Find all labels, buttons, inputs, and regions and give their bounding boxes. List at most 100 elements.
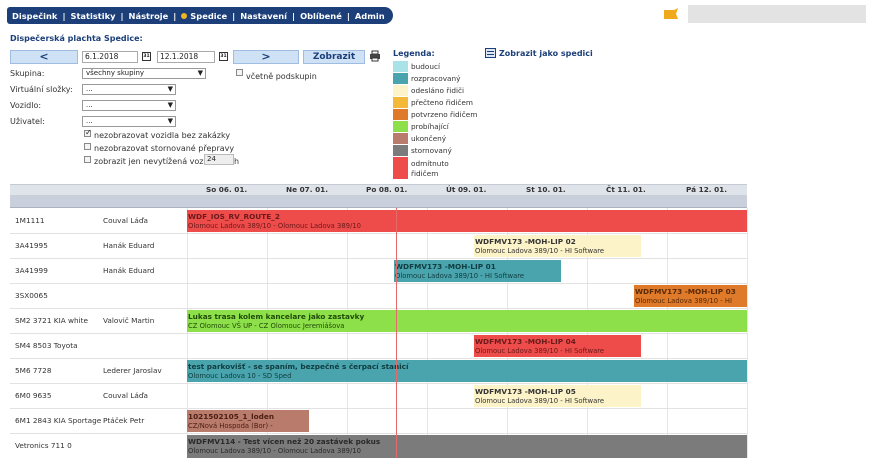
row-driver: Couval Láďa [103,216,148,225]
row-driver: Hanák Eduard [103,266,155,275]
row-vehicle[interactable]: 1M1111 [15,216,45,225]
user-select[interactable]: ... ▼ [82,116,176,127]
route-subtitle: Olomouc Ladova 389/10 - HI Software [475,247,605,255]
group-select[interactable]: všechny skupiny ▼ [82,68,206,79]
route-bar[interactable]: WDFMV114 - Test vícen než 20 zastávek po… [187,435,747,458]
date-from-input[interactable]: 6.1.2018 [82,51,138,63]
chevron-down-icon: ▼ [167,101,173,109]
row-divider [10,233,747,234]
nav-spedice[interactable]: Spedice [190,11,227,21]
row-divider [10,333,747,334]
unloaded-hours-input[interactable]: 24 [204,154,234,165]
nav-separator: | [292,10,296,21]
row-divider [10,308,747,309]
nav-separator: | [120,10,124,21]
day-header: Ne 07. 01. [286,185,328,194]
route-subtitle: CZ Olomouc VŠ UP - CZ Olomouc Jeremiášov… [188,322,345,330]
messages-icon[interactable] [662,8,680,20]
hide-no-order-checkbox[interactable] [84,128,92,137]
row-divider [10,383,747,384]
calendar-icon[interactable]: 31 [142,52,151,61]
route-title: 1021502105_1_loden [188,412,275,421]
vehicle-select[interactable]: ... ▼ [82,100,176,111]
show-as-spedice-link[interactable]: Zobrazit jako spedici [499,49,593,58]
row-vehicle[interactable]: Vetronics 711 0 [15,441,72,450]
row-vehicle[interactable]: 3A41999 [15,266,48,275]
route-bar[interactable]: 1021502105_1_loden CZ/Nová Hospoda (Bor)… [187,410,309,432]
row-vehicle[interactable]: SM2 3721 KIA white [15,316,88,325]
day-header: So 06. 01. [206,185,248,194]
gantt-hour-header [10,195,747,208]
user-select-value: ... [86,117,93,125]
row-vehicle[interactable]: 6M1 2843 KIA Sportage [15,416,101,425]
row-vehicle[interactable]: 3SX0065 [15,291,48,300]
vehicle-label: Vozidlo: [10,101,42,110]
route-bar[interactable]: test parkovišť - se spaním, bezpečné s č… [187,360,747,382]
unloaded-only-checkbox[interactable] [84,156,91,163]
route-title: WDFMV173 -MOH-LIP 03 [635,287,736,296]
legend-title: Legenda: [393,49,435,58]
nav-dispecink[interactable]: Dispečink [12,11,57,21]
nav-nastaveni[interactable]: Nastavení [240,11,287,21]
chevron-down-icon: ▼ [197,69,203,77]
next-week-button[interactable]: > [233,50,299,64]
row-vehicle[interactable]: 5M6 7728 [15,366,51,375]
hide-cancelled-checkbox[interactable] [84,143,91,150]
active-dot-icon [181,12,188,19]
prev-week-button[interactable]: < [10,50,78,64]
user-label: Uživatel: [10,117,45,126]
calendar-icon[interactable]: 31 [219,52,228,61]
nav-statistiky[interactable]: Statistiky [70,11,115,21]
virtual-folders-select[interactable]: ... ▼ [82,84,176,95]
row-vehicle[interactable]: 3A41995 [15,241,48,250]
main-nav-bar: Dispečink | Statistiky | Nástroje | Sped… [7,7,393,24]
legend-swatch-potvrzeno [393,109,408,120]
route-subtitle: CZ/Nová Hospoda (Bor) - [188,422,273,430]
row-divider [10,358,747,359]
route-title: Lukas trasa kolem kancelare jako zastavk… [188,312,365,321]
legend-swatch-stornovany [393,145,408,156]
nav-oblibene[interactable]: Oblíbené [300,11,342,21]
route-title: WDFMV114 - Test vícen než 20 zastávek po… [188,437,381,446]
route-bar[interactable]: Lukas trasa kolem kancelare jako zastavk… [187,310,747,332]
row-divider [10,433,747,434]
row-divider [10,283,747,284]
row-vehicle[interactable]: SM4 8503 Toyota [15,341,78,350]
printer-icon[interactable] [369,50,381,62]
row-driver: Valovič Martin [103,316,155,325]
route-bar[interactable]: WDFMV173 -MOH-LIP 01 Olomouc Ladova 389/… [394,260,561,282]
route-title: WDFMV173 -MOH-LIP 01 [395,262,496,271]
route-bar[interactable]: WDFMV173 -MOH-LIP 05 Olomouc Ladova 389/… [474,385,641,407]
route-bar[interactable]: WDFMV173 -MOH-LIP 03 Olomouc Ladova 389/… [634,285,747,307]
route-bar[interactable]: WDFMV173 -MOH-LIP 04 Olomouc Ladova 389/… [474,335,641,357]
route-title: WDFMV173 -MOH-LIP 02 [475,237,576,246]
route-bar[interactable]: WDFMV173 -MOH-LIP 02 Olomouc Ladova 389/… [474,235,641,257]
show-button[interactable]: Zobrazit [303,50,365,64]
route-subtitle: Olomouc Ladova 389/10 - Olomouc Ladova 3… [188,447,361,455]
route-bar[interactable]: WDF_IOS_RV_ROUTE_2 Olomouc Ladova 389/10… [187,210,747,232]
legend-swatch-odeslano [393,85,408,96]
route-subtitle: Olomouc Ladova 389/10 - Olomouc Ladova 3… [188,222,361,230]
legend-label: odmítnuto řidičem [411,159,449,178]
user-info-area[interactable] [688,5,866,23]
route-subtitle: Olomouc Ladova 389/10 - HI Software [475,347,605,355]
nav-admin[interactable]: Admin [355,11,385,21]
nav-nastroje[interactable]: Nástroje [129,11,169,21]
row-vehicle[interactable]: 6M0 9635 [15,391,51,400]
include-subgroups-checkbox[interactable] [236,69,243,76]
route-subtitle: Olomouc Ladova 389/10 - HI Software [475,397,605,405]
route-title: WDF_IOS_RV_ROUTE_2 [188,212,280,221]
legend-label: potvrzeno řidičem [411,110,478,119]
legend-swatch-budouci [393,61,408,72]
panel-title: Dispečerská plachta Spedice: [10,34,143,43]
route-subtitle: Olomouc Ladova 389/10 - HI Software [395,272,525,280]
legend-label: ukončený [411,134,447,143]
row-driver: Lederer Jaroslav [103,366,162,375]
vehicle-select-value: ... [86,101,93,109]
row-driver: Hanák Eduard [103,241,155,250]
route-title: WDFMV173 -MOH-LIP 04 [475,337,576,346]
date-to-input[interactable]: 12.1.2018 [157,51,215,63]
legend-label: stornovaný [411,146,452,155]
legend-label: budoucí [411,62,441,71]
chevron-down-icon: ▼ [167,85,173,93]
